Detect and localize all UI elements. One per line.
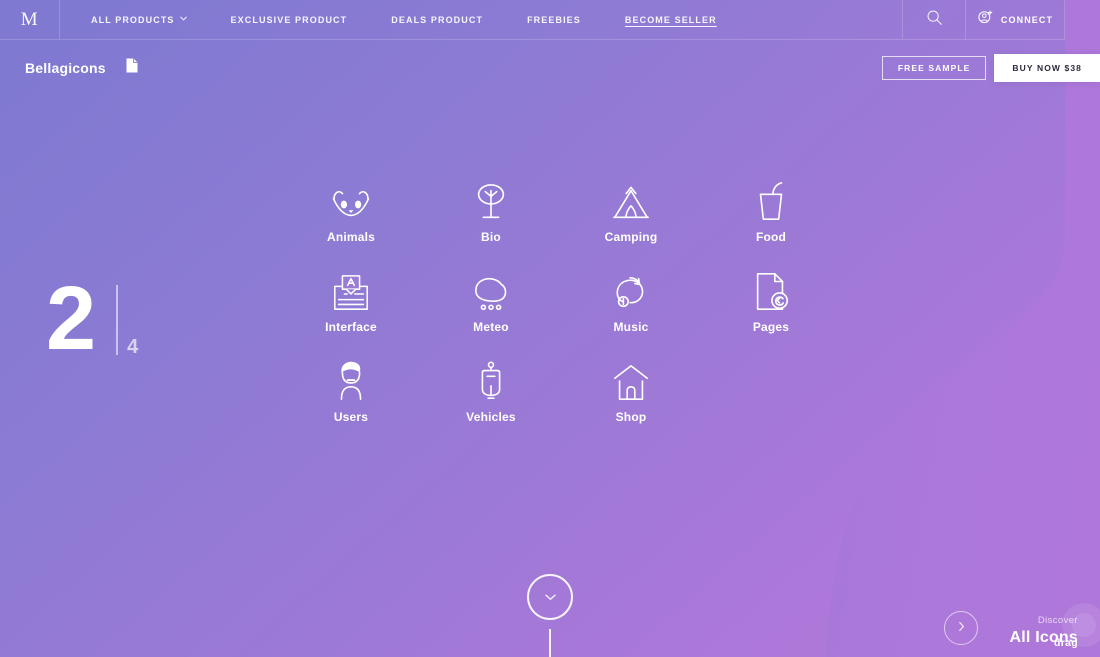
brand-logo[interactable]: M (0, 0, 60, 39)
tree-icon (472, 183, 510, 223)
storefront-icon (611, 363, 651, 403)
category-shop-label: Shop (615, 410, 647, 424)
pager-divider (116, 284, 119, 355)
free-sample-button[interactable]: FREE SAMPLE (881, 55, 987, 80)
document-card-icon (330, 273, 372, 313)
connect-label: CONNECT (1000, 14, 1054, 25)
nav-item-exclusive-product-label: EXCLUSIVE PRODUCT (230, 14, 348, 25)
nav-links-group: ALL PRODUCTS EXCLUSIVE PRODUCT DEALS PRO… (60, 0, 902, 39)
category-food-label: Food (755, 230, 787, 244)
search-button[interactable] (902, 0, 966, 39)
category-shop[interactable]: Shop (561, 363, 701, 424)
chevron-right-icon (958, 619, 965, 637)
nav-item-all-products-label: ALL PRODUCTS (91, 14, 175, 25)
drink-cup-icon (754, 181, 788, 223)
category-vehicles[interactable]: Vehicles (421, 361, 561, 424)
scroll-down-indicator (527, 574, 573, 657)
next-slide-button[interactable] (944, 611, 979, 645)
category-vehicles-label: Vehicles (466, 410, 516, 424)
pager-current-page: 2 (46, 269, 96, 369)
product-bar-actions: FREE SAMPLE BUY NOW $38 (881, 40, 1100, 95)
nav-item-deals-product-label: DEALS PRODUCT (391, 14, 484, 25)
category-food[interactable]: Food (701, 182, 841, 244)
buy-now-button[interactable]: BUY NOW $38 (994, 53, 1100, 82)
person-bust-icon (333, 361, 369, 403)
discover-kicker: Discover (1037, 615, 1078, 626)
drag-control-row: drag (944, 611, 1078, 649)
product-brand-group: Bellagicons (25, 58, 138, 78)
nav-item-all-products[interactable]: ALL PRODUCTS (91, 15, 187, 25)
category-pages[interactable]: Pages (701, 273, 841, 334)
category-music[interactable]: Music (561, 276, 701, 334)
category-users[interactable]: Users (281, 361, 421, 424)
nav-item-deals-product[interactable]: DEALS PRODUCT (391, 15, 483, 25)
scroll-track-line (549, 629, 551, 657)
nav-item-freebies-label: FREEBIES (527, 14, 581, 25)
logo-letter: M (20, 8, 39, 30)
chevron-down-icon (179, 15, 187, 22)
nav-item-freebies[interactable]: FREEBIES (527, 15, 581, 25)
cloud-rain-icon (470, 275, 512, 313)
category-meteo[interactable]: Meteo (421, 276, 561, 334)
scooter-icon (474, 361, 508, 403)
category-animals[interactable]: Animals (281, 186, 421, 244)
category-camping[interactable]: Camping (561, 186, 701, 244)
drag-label: drag (1054, 637, 1078, 649)
music-note-icon (610, 273, 652, 313)
page-refresh-icon (752, 271, 790, 313)
document-icon[interactable] (126, 58, 138, 78)
category-camping-label: Camping (604, 230, 658, 244)
product-title: Bellagicons (25, 59, 106, 76)
category-meteo-label: Meteo (473, 320, 509, 334)
category-bio[interactable]: Bio (421, 183, 561, 244)
nav-item-become-seller[interactable]: BECOME SELLER (625, 15, 717, 25)
connect-button[interactable]: CONNECT (966, 0, 1065, 39)
category-animals-label: Animals (326, 230, 376, 244)
pager-total-pages: 4 (127, 335, 139, 358)
category-music-label: Music (613, 320, 649, 334)
icon-category-grid: Animals Bio Camping Food Interface Meteo… (281, 182, 841, 424)
nav-item-exclusive-product[interactable]: EXCLUSIVE PRODUCT (231, 15, 348, 25)
top-navigation-bar: M ALL PRODUCTS EXCLUSIVE PRODUCT DEALS P… (0, 0, 1065, 40)
nav-item-become-seller-label: BECOME SELLER (624, 14, 717, 25)
category-interface[interactable]: Interface (281, 273, 421, 334)
slide-pager: 2 4 (46, 269, 139, 369)
chevron-down-icon (544, 588, 556, 606)
tent-icon (609, 185, 653, 223)
scroll-down-button[interactable] (527, 574, 573, 620)
category-users-label: Users (333, 410, 369, 424)
panda-icon (330, 186, 372, 223)
user-plus-icon (977, 9, 994, 31)
category-interface-label: Interface (325, 320, 377, 334)
search-icon (926, 9, 943, 31)
category-bio-label: Bio (481, 230, 501, 244)
category-pages-label: Pages (752, 320, 790, 334)
page-root: M ALL PRODUCTS EXCLUSIVE PRODUCT DEALS P… (0, 0, 1100, 657)
